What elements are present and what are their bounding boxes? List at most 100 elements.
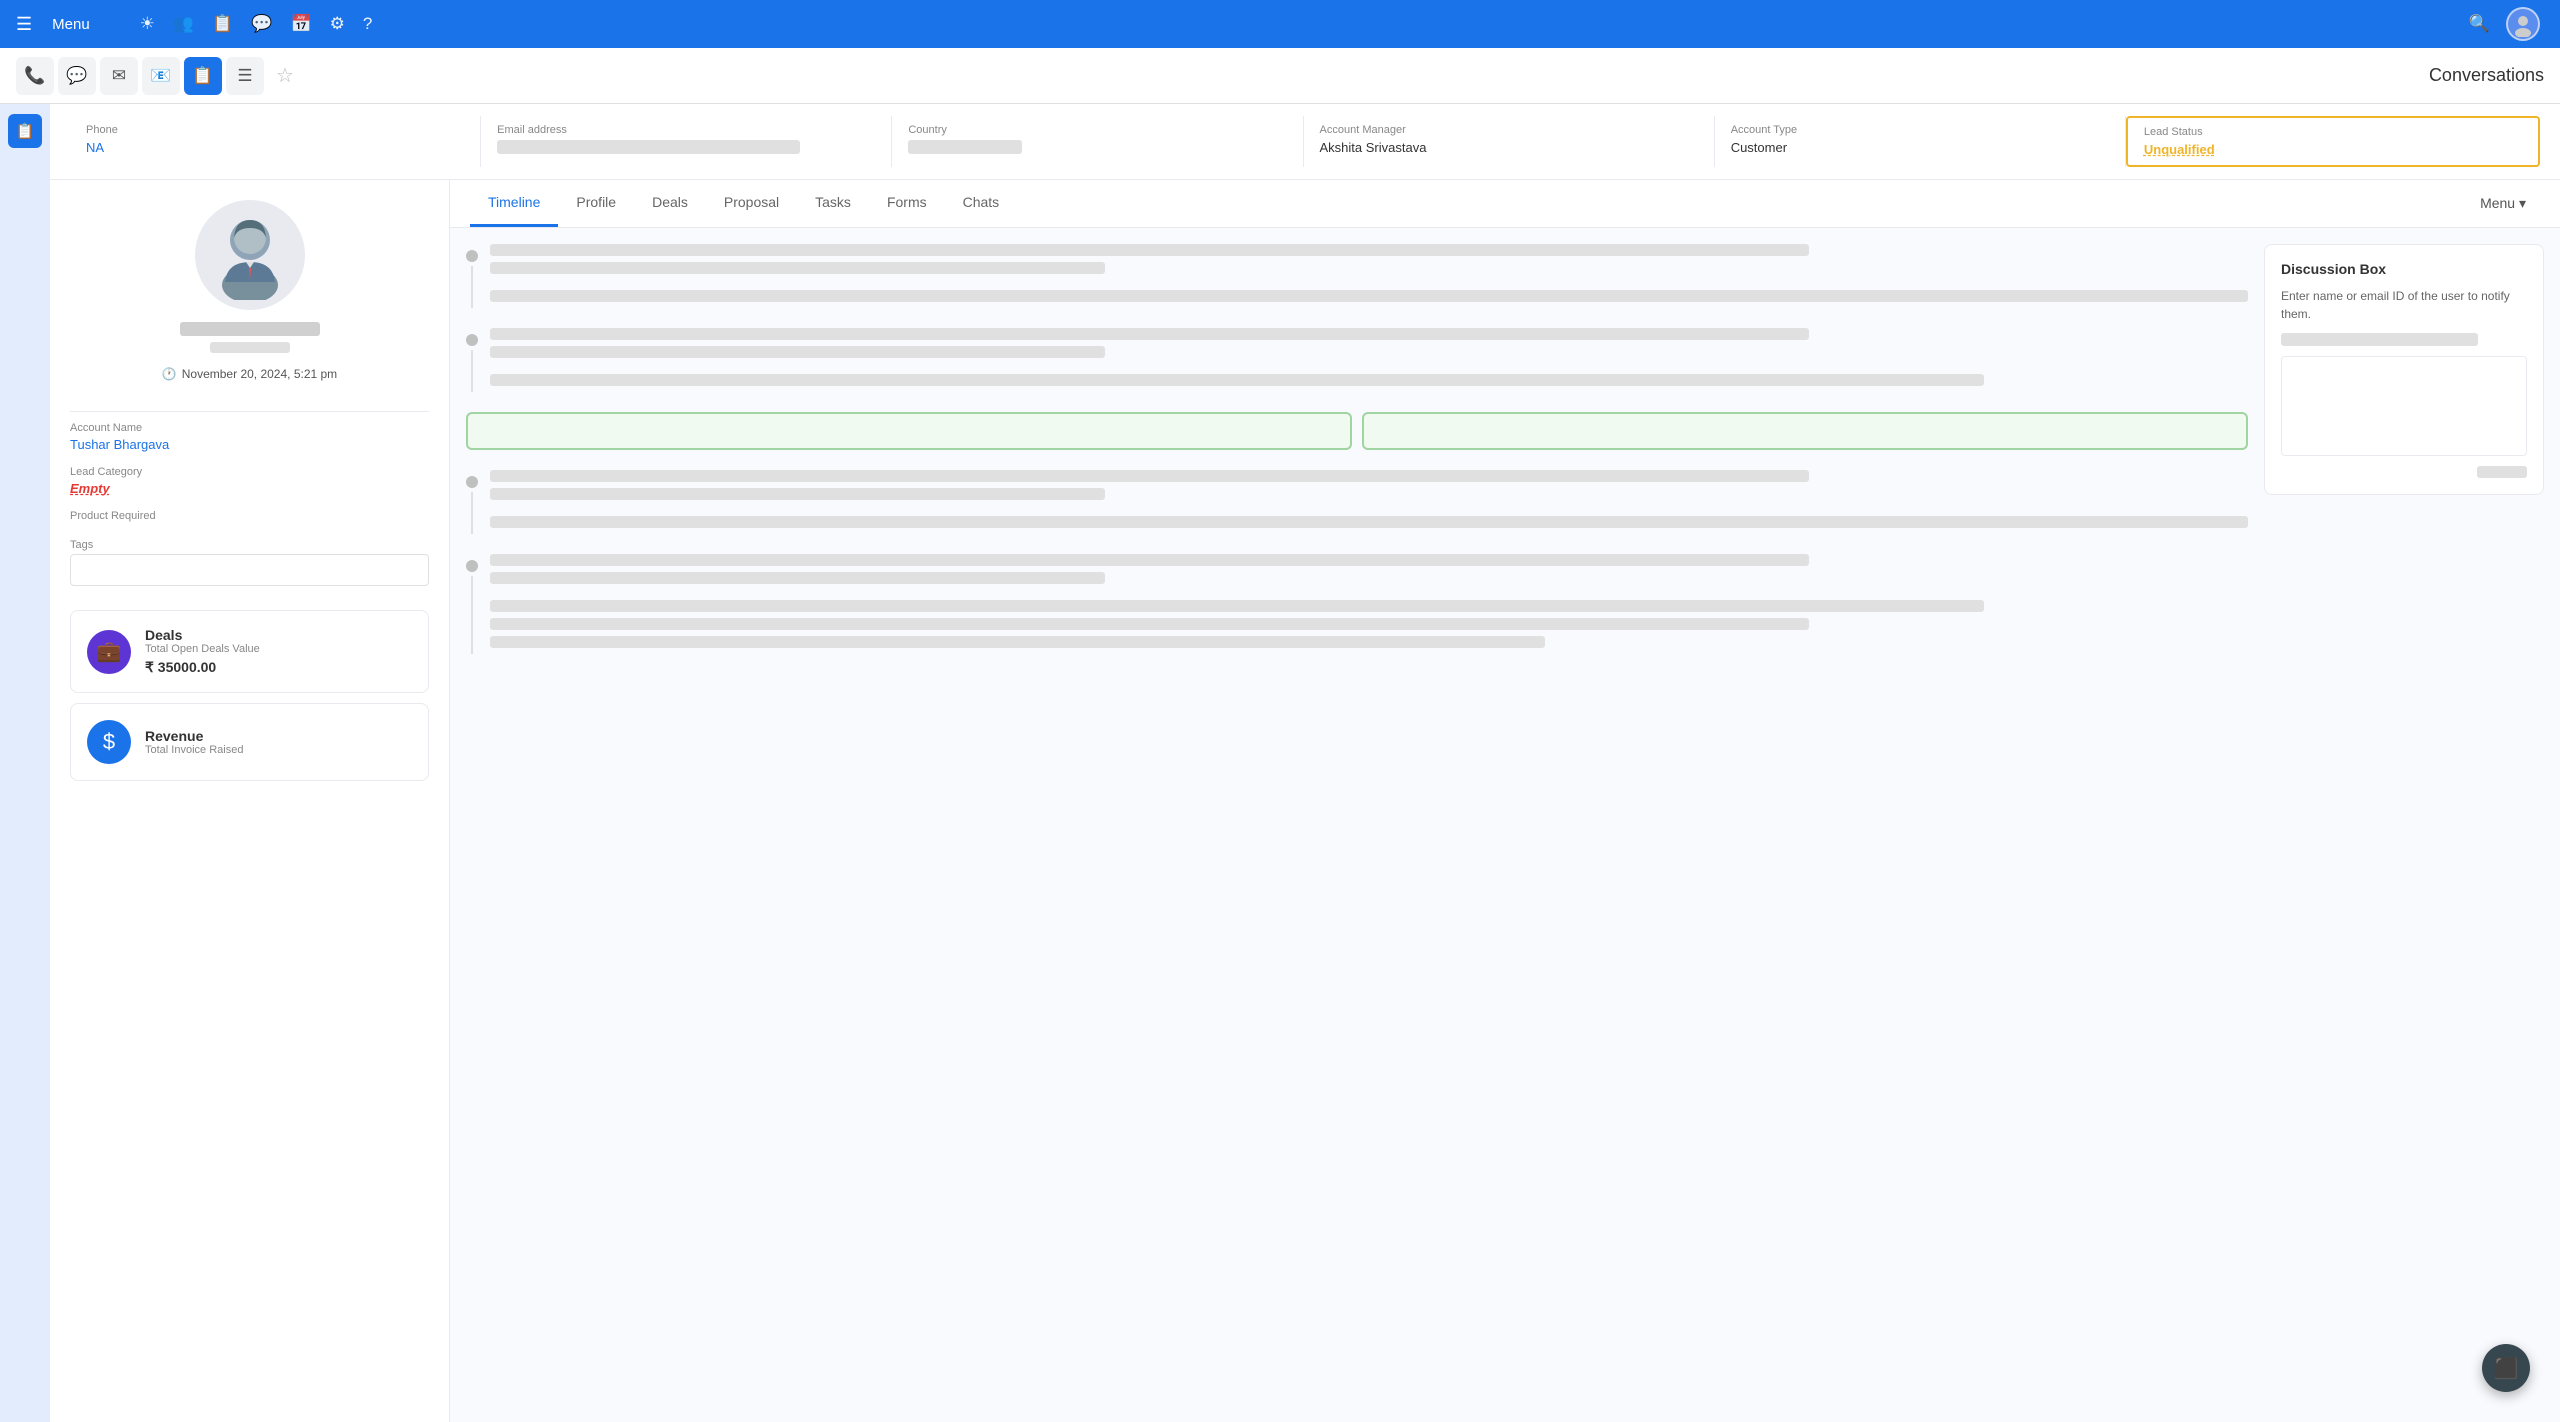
account-type-field: Account Type Customer — [1715, 116, 2126, 167]
account-name-value[interactable]: Tushar Bhargava — [70, 437, 429, 452]
timeline-dot — [466, 560, 478, 572]
lead-status-label: Lead Status — [2144, 126, 2522, 138]
revenue-card: $ Revenue Total Invoice Raised — [70, 703, 429, 781]
timeline-item — [466, 470, 2248, 534]
discussion-input-placeholder — [2281, 333, 2478, 346]
account-type-label: Account Type — [1731, 124, 2109, 136]
profile-date: 🕐 November 20, 2024, 5:21 pm — [162, 367, 337, 381]
lead-category-label: Lead Category — [70, 466, 429, 478]
deals-title: Deals — [145, 627, 412, 643]
hamburger-icon[interactable]: ☰ — [16, 14, 32, 35]
search-icon[interactable]: 🔍 — [2469, 14, 2490, 34]
lead-status-field: Lead Status Unqualified — [2126, 116, 2540, 167]
timeline-dot-col — [466, 554, 478, 654]
star-btn[interactable]: ☆ — [276, 63, 294, 88]
user-avatar[interactable] — [2506, 7, 2540, 41]
deals-sub: Total Open Deals Value — [145, 643, 412, 655]
country-placeholder — [908, 140, 1021, 154]
deals-card: 💼 Deals Total Open Deals Value ₹ 35000.0… — [70, 610, 429, 693]
calendar-toolbar-btn[interactable]: 📋 — [184, 57, 222, 95]
timeline-line — [471, 350, 473, 392]
tags-label: Tags — [70, 539, 429, 551]
right-panel: Timeline Profile Deals Proposal Tasks Fo… — [450, 180, 2560, 1422]
timeline-discussion-area: Discussion Box Enter name or email ID of… — [450, 228, 2560, 1422]
deals-icon: 💼 — [87, 630, 131, 674]
placeholder — [490, 572, 1105, 584]
conversations-label: Conversations — [2429, 65, 2544, 86]
lead-status-value[interactable]: Unqualified — [2144, 142, 2522, 157]
main-layout: 📋 Phone NA Email address Country Account… — [0, 104, 2560, 1422]
left-strip: 📋 — [0, 104, 50, 1422]
tab-tasks[interactable]: Tasks — [797, 180, 869, 227]
email-placeholder — [497, 140, 800, 154]
top-navigation: ☰ Menu ☀ 👥 📋 💬 📅 ⚙ ? 🔍 — [0, 0, 2560, 48]
revenue-sub: Total Invoice Raised — [145, 744, 412, 756]
content-area: Phone NA Email address Country Account M… — [50, 104, 2560, 1422]
country-field: Country — [892, 116, 1303, 167]
left-strip-icon[interactable]: 📋 — [8, 114, 42, 148]
revenue-title: Revenue — [145, 728, 412, 744]
account-name-field: Account Name Tushar Bhargava — [70, 422, 429, 452]
phone-label: Phone — [86, 124, 464, 136]
email-toolbar-btn[interactable]: 📧 — [142, 57, 180, 95]
account-type-value: Customer — [1731, 140, 2109, 155]
toolbar-icons: 📞 💬 ✉ 📧 📋 ☰ ☆ — [16, 57, 294, 95]
calendar-icon[interactable]: 📅 — [290, 14, 311, 34]
placeholder — [490, 374, 1984, 386]
tags-input[interactable] — [70, 554, 429, 586]
tab-forms[interactable]: Forms — [869, 180, 945, 227]
input-btn-1[interactable] — [466, 412, 1352, 450]
list-toolbar-btn[interactable]: ☰ — [226, 57, 264, 95]
tab-timeline[interactable]: Timeline — [470, 180, 558, 227]
fab-button[interactable]: ⬛ — [2482, 1344, 2530, 1392]
phone-value[interactable]: NA — [86, 140, 464, 155]
phone-toolbar-btn[interactable]: 📞 — [16, 57, 54, 95]
placeholder — [490, 290, 2248, 302]
tab-deals[interactable]: Deals — [634, 180, 706, 227]
timeline-item — [466, 554, 2248, 654]
account-manager-label: Account Manager — [1320, 124, 1698, 136]
lead-category-value[interactable]: Empty — [70, 481, 429, 496]
placeholder — [490, 554, 1809, 566]
body-split: 🕐 November 20, 2024, 5:21 pm Account Nam… — [50, 180, 2560, 1422]
profile-sub-placeholder — [210, 342, 290, 353]
timeline-content — [490, 554, 2248, 654]
tags-field: Tags — [70, 539, 429, 586]
tab-profile[interactable]: Profile — [558, 180, 634, 227]
revenue-info: Revenue Total Invoice Raised — [145, 728, 412, 756]
help-icon[interactable]: ? — [363, 14, 372, 34]
settings-icon[interactable]: ⚙ — [330, 14, 345, 34]
placeholder — [490, 262, 1105, 274]
tab-chats[interactable]: Chats — [945, 180, 1018, 227]
nav-icons: ☀ 👥 📋 💬 📅 ⚙ ? — [140, 14, 373, 34]
timeline-dot — [466, 476, 478, 488]
input-btn-2[interactable] — [1362, 412, 2248, 450]
product-required-label: Product Required — [70, 510, 429, 522]
timeline-line — [471, 492, 473, 534]
chat-icon[interactable]: 💬 — [251, 14, 272, 34]
profile-name-placeholder — [180, 322, 320, 336]
whatsapp-toolbar-btn[interactable]: 💬 — [58, 57, 96, 95]
tabs-menu-btn[interactable]: Menu ▾ — [2466, 189, 2540, 218]
placeholder — [490, 636, 1545, 648]
email-label: Email address — [497, 124, 875, 136]
deals-amount: ₹ 35000.00 — [145, 659, 412, 676]
input-area — [466, 412, 2248, 450]
notes-icon[interactable]: 📋 — [212, 14, 233, 34]
profile-avatar — [195, 200, 305, 310]
discussion-textarea[interactable] — [2281, 356, 2527, 456]
info-strip: Phone NA Email address Country Account M… — [50, 104, 2560, 180]
timeline-dot-col — [466, 470, 478, 534]
tab-proposal[interactable]: Proposal — [706, 180, 797, 227]
contacts-icon[interactable]: 👥 — [173, 14, 194, 34]
discussion-footer — [2281, 466, 2527, 478]
placeholder — [490, 516, 2248, 528]
account-name-label: Account Name — [70, 422, 429, 434]
message-toolbar-btn[interactable]: ✉ — [100, 57, 138, 95]
timeline-area — [466, 244, 2248, 1406]
revenue-icon: $ — [87, 720, 131, 764]
discussion-title: Discussion Box — [2281, 261, 2527, 277]
country-label: Country — [908, 124, 1286, 136]
timeline-content — [490, 328, 2248, 392]
sun-icon[interactable]: ☀ — [140, 14, 155, 34]
